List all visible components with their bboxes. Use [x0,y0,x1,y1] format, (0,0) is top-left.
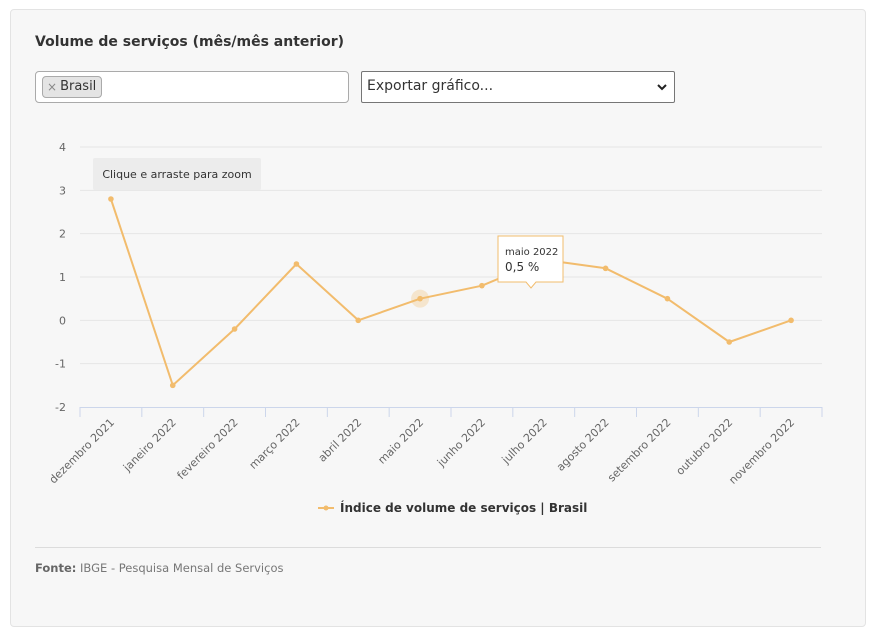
x-tick-label: setembro 2022 [605,416,673,484]
legend-label[interactable]: Índice de volume de serviços | Brasil [340,500,587,515]
zoom-hint-text: Clique e arraste para zoom [102,168,251,181]
x-tick-label: agosto 2022 [554,416,612,474]
x-tick-label: outubro 2022 [674,416,736,478]
footer-divider [35,547,821,548]
data-point[interactable] [602,265,609,272]
data-point[interactable] [479,282,485,289]
x-axis: dezembro 2021 janeiro 2022fevereiro 2022 m… [47,407,823,487]
source-note: Fonte: IBGE - Pesquisa Mensal de Serviço… [35,561,283,575]
data-point[interactable] [726,339,733,345]
x-tick-label: fevereiro 2022 [175,416,241,482]
x-tick-label: junho 2022 [434,416,488,470]
x-tick-label: dezembro 2021 [47,416,117,486]
data-point[interactable] [293,261,300,267]
y-tick-label: 4 [59,141,66,154]
y-axis-ticks: 4 3 2 1 0 -1 -2 [55,141,66,414]
tooltip: maio 2022 0,5 % [497,235,564,289]
series-layer [108,196,794,389]
legend[interactable]: Índice de volume de serviços | Brasil [318,500,587,515]
data-point[interactable] [231,326,238,332]
x-tick-label: janeiro 2022 [120,416,179,475]
x-tick-label: março 2022 [247,416,303,472]
series-line[interactable] [109,198,792,387]
tooltip-title: maio 2022 [505,247,558,258]
y-tick-label: -1 [55,358,66,371]
x-tick-label: maio 2022 [375,416,426,467]
line-chart[interactable]: 4 3 2 1 0 -1 -2 dezembro 2021 janeiro 2022fever… [0,0,876,540]
legend-dot-swatch [323,505,329,511]
data-point[interactable] [355,317,362,324]
x-tick-label: abril 2022 [316,416,365,465]
source-label: Fonte: [35,561,77,575]
data-point[interactable] [664,295,671,302]
x-tick-label: julho 2022 [499,416,550,467]
y-tick-label: -2 [55,401,66,414]
y-tick-label: 3 [59,184,66,197]
y-tick-label: 0 [59,314,66,327]
zoom-hint: Clique e arraste para zoom [93,158,261,190]
tooltip-value: 0,5 % [505,260,539,274]
data-point[interactable] [788,317,794,324]
y-tick-label: 1 [59,271,66,284]
x-tick-label: novembro 2022 [726,416,797,487]
data-point[interactable] [169,382,176,389]
y-tick-label: 2 [59,228,66,241]
data-point[interactable] [108,196,114,202]
data-point[interactable] [417,295,423,302]
source-text: IBGE - Pesquisa Mensal de Serviços [80,561,284,575]
